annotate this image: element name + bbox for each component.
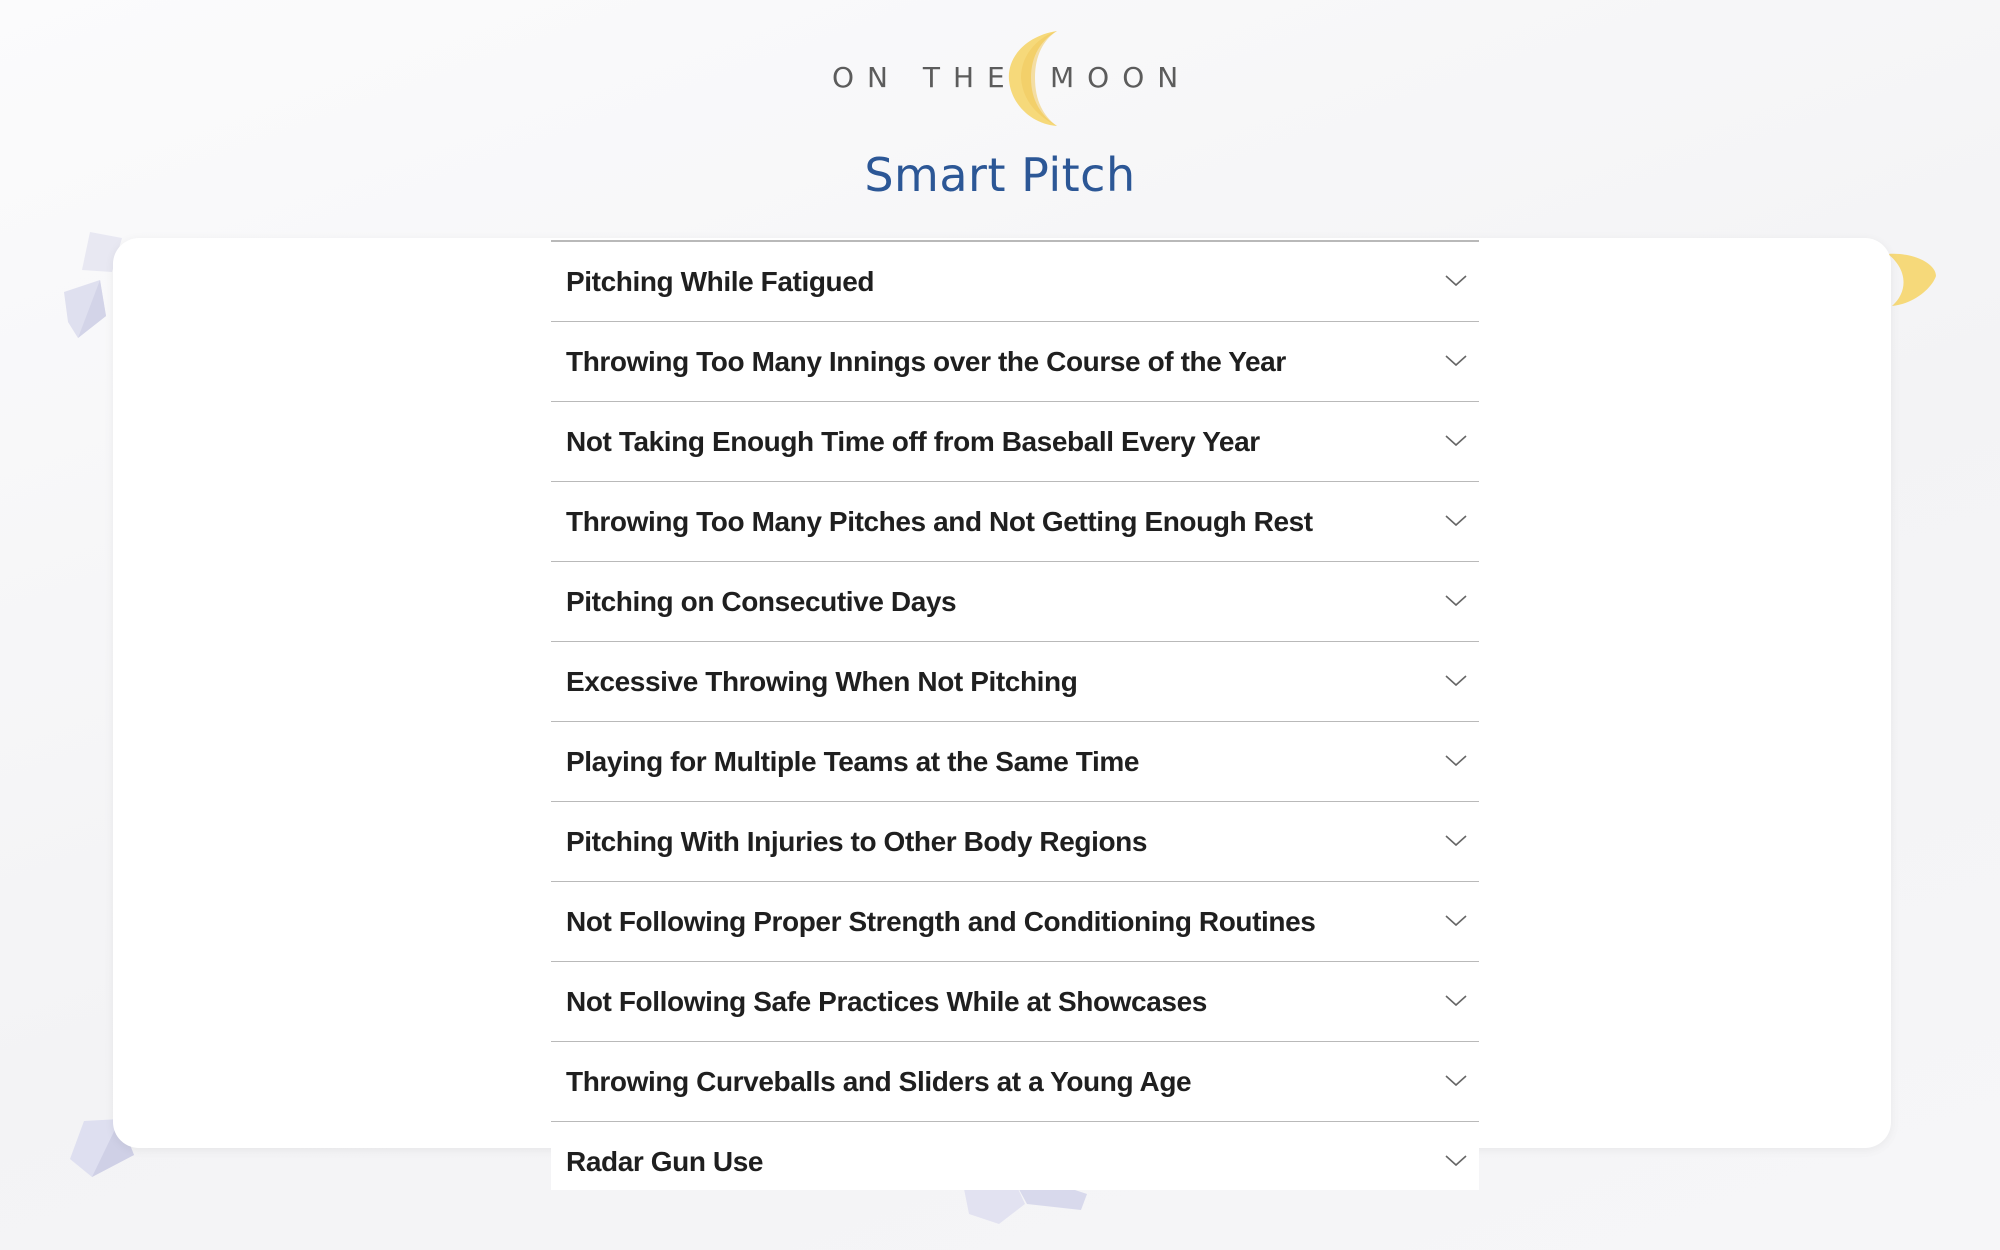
accordion-item[interactable]: Throwing Too Many Pitches and Not Gettin… xyxy=(551,482,1479,562)
accordion-item-label: Pitching With Injuries to Other Body Reg… xyxy=(566,826,1148,857)
chevron-down-icon[interactable] xyxy=(1445,834,1467,848)
accordion-item[interactable]: Pitching on Consecutive Days xyxy=(551,562,1479,642)
accordion-item-label: Pitching While Fatigued xyxy=(566,266,875,297)
accordion-item[interactable]: Excessive Throwing When Not Pitching xyxy=(551,642,1479,722)
accordion-item-label: Throwing Too Many Innings over the Cours… xyxy=(566,346,1286,377)
brand-logo[interactable]: ON THE MOON xyxy=(0,28,2000,128)
accordion-item-label: Pitching on Consecutive Days xyxy=(566,586,957,617)
accordion-item[interactable]: Throwing Too Many Innings over the Cours… xyxy=(551,322,1479,402)
chevron-down-icon[interactable] xyxy=(1445,754,1467,768)
accordion-item-label: Playing for Multiple Teams at the Same T… xyxy=(566,746,1140,777)
accordion-item[interactable]: Pitching While Fatigued xyxy=(551,242,1479,322)
accordion-item[interactable]: Playing for Multiple Teams at the Same T… xyxy=(551,722,1479,802)
logo-text-left: ON THE xyxy=(832,61,1018,94)
chevron-down-icon[interactable] xyxy=(1445,1154,1467,1168)
accordion-item-label: Not Taking Enough Time off from Baseball… xyxy=(566,426,1260,457)
accordion-item[interactable]: Radar Gun Use xyxy=(551,1122,1479,1201)
logo-text-right: MOON xyxy=(1050,61,1192,94)
accordion-item-label: Radar Gun Use xyxy=(566,1146,764,1177)
chevron-down-icon[interactable] xyxy=(1445,434,1467,448)
page-title: Smart Pitch xyxy=(864,148,1136,202)
accordion-item-label: Not Following Proper Strength and Condit… xyxy=(566,906,1316,937)
accordion-list: Pitching While Fatigued Throwing Too Many… xyxy=(551,240,1479,1190)
accordion-item[interactable]: Throwing Curveballs and Sliders at a You… xyxy=(551,1042,1479,1122)
moon-decoration-right xyxy=(1888,253,1936,306)
accordion-item[interactable]: Not Following Proper Strength and Condit… xyxy=(551,882,1479,962)
accordion-item-label: Excessive Throwing When Not Pitching xyxy=(566,666,1078,697)
accordion-item[interactable]: Not Following Safe Practices While at Sh… xyxy=(551,962,1479,1042)
accordion-item-label: Throwing Curveballs and Sliders at a You… xyxy=(566,1066,1192,1097)
chevron-down-icon[interactable] xyxy=(1445,594,1467,608)
chevron-down-icon[interactable] xyxy=(1445,274,1467,288)
accordion-item[interactable]: Pitching With Injuries to Other Body Reg… xyxy=(551,802,1479,882)
chevron-down-icon[interactable] xyxy=(1445,514,1467,528)
accordion-item-label: Throwing Too Many Pitches and Not Gettin… xyxy=(566,506,1313,537)
chevron-down-icon[interactable] xyxy=(1445,1074,1467,1088)
chevron-down-icon[interactable] xyxy=(1445,914,1467,928)
chevron-down-icon[interactable] xyxy=(1445,354,1467,368)
accordion-item[interactable]: Not Taking Enough Time off from Baseball… xyxy=(551,402,1479,482)
chevron-down-icon[interactable] xyxy=(1445,994,1467,1008)
accordion-item-label: Not Following Safe Practices While at Sh… xyxy=(566,986,1207,1017)
chevron-down-icon[interactable] xyxy=(1445,674,1467,688)
